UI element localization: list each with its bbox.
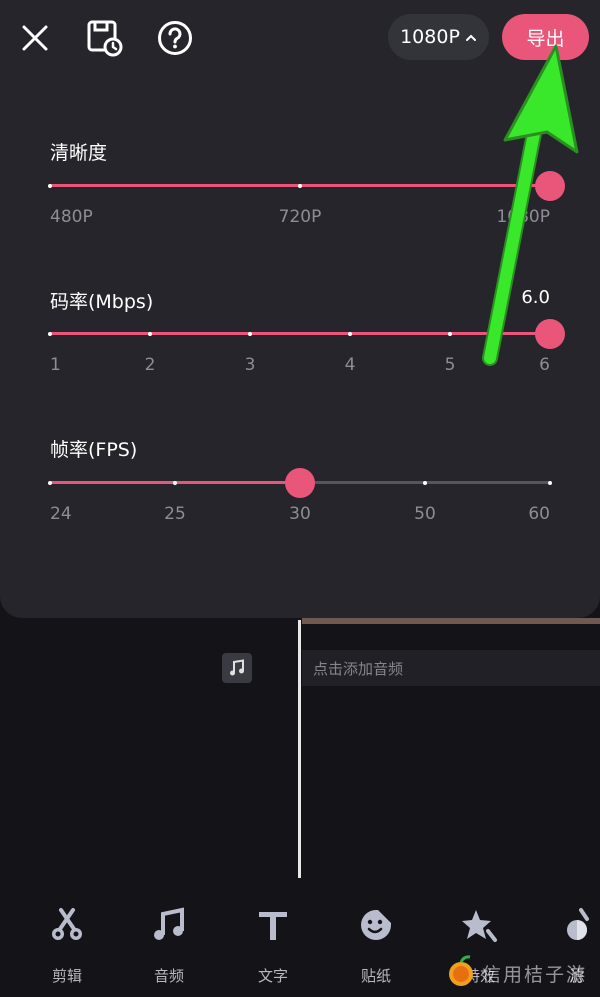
toolbar-item-sticker-label: 贴纸 [360,967,391,985]
resolution-tick-label: 1080P [496,207,550,227]
framerate-slider-knob[interactable] [285,467,315,498]
export-settings-panel: 1080P 导出 清晰度 480P 720P 1080P 码率(Mbps) 6.0 … [0,0,600,618]
bitrate-slider-knob[interactable] [535,318,565,349]
framerate-tick [548,480,552,485]
framerate-tick [173,480,177,485]
toolbar-item-edit-label: 剪辑 [51,967,82,985]
resolution-tick [48,183,52,188]
bitrate-value: 6.0 [521,287,550,308]
toolbar-item-text[interactable]: 文字 [238,905,308,986]
chevron-up-icon [465,26,477,48]
framerate-tick-label: 24 [50,504,72,524]
watermark: 信用桔子游 [446,950,600,997]
resolution-tick-label: 480P [50,207,93,227]
sticker-icon [356,905,396,945]
export-button[interactable]: 导出 [502,14,589,60]
framerate-tick-label: 25 [164,504,186,524]
timeline-playhead[interactable] [298,620,301,878]
scissors-icon [47,905,87,945]
bitrate-slider-fill [50,332,550,335]
watermark-text: 信用桔子游 [482,964,588,986]
resolution-dropdown-label: 1080P [400,26,460,48]
filter-icon [557,905,597,945]
framerate-tick-label: 50 [414,504,436,524]
bitrate-tick [448,331,452,336]
toolbar-item-audio[interactable]: 音频 [134,905,204,986]
bitrate-tick [148,331,152,336]
music-track-icon[interactable] [222,653,252,683]
resolution-dropdown[interactable]: 1080P [388,14,489,60]
resolution-slider[interactable] [48,170,565,201]
toolbar-item-text-label: 文字 [257,967,288,985]
add-audio-hint: 点击添加音频 [313,659,404,678]
music-note-icon [149,905,189,945]
resolution-tick [298,183,302,188]
framerate-tick [48,480,52,485]
toolbar-item-audio-label: 音频 [153,967,184,985]
bitrate-tick-label: 2 [144,355,156,375]
toolbar-item-sticker[interactable]: 贴纸 [341,905,411,986]
bitrate-tick [248,331,252,336]
bitrate-tick-label: 3 [244,355,256,375]
video-clip-strip[interactable] [302,618,600,624]
bitrate-tick-label: 6 [539,355,550,375]
bitrate-label: 码率(Mbps) [50,291,154,313]
bitrate-tick [348,331,352,336]
framerate-tick [423,480,427,485]
bitrate-tick [48,331,52,336]
framerate-tick-label: 30 [289,504,311,524]
text-icon [253,905,293,945]
bitrate-tick-label: 5 [444,355,456,375]
toolbar-item-edit[interactable]: 剪辑 [32,905,102,986]
save-clock-icon[interactable] [82,16,126,60]
star-effect-icon [460,905,500,945]
framerate-slider[interactable] [48,467,552,498]
close-icon[interactable] [13,16,57,60]
bitrate-tick-label: 4 [344,355,356,375]
add-audio-track[interactable]: 点击添加音频 [302,650,600,686]
bitrate-tick-label: 1 [50,355,61,375]
help-icon[interactable] [153,16,197,60]
framerate-label: 帧率(FPS) [50,439,138,461]
resolution-slider-knob[interactable] [535,170,565,201]
bitrate-slider[interactable] [48,318,565,349]
resolution-label: 清晰度 [50,142,108,164]
framerate-tick-label: 60 [528,504,550,524]
orange-logo-icon [449,955,473,986]
export-button-label: 导出 [526,27,565,50]
resolution-tick-label: 720P [278,207,322,227]
